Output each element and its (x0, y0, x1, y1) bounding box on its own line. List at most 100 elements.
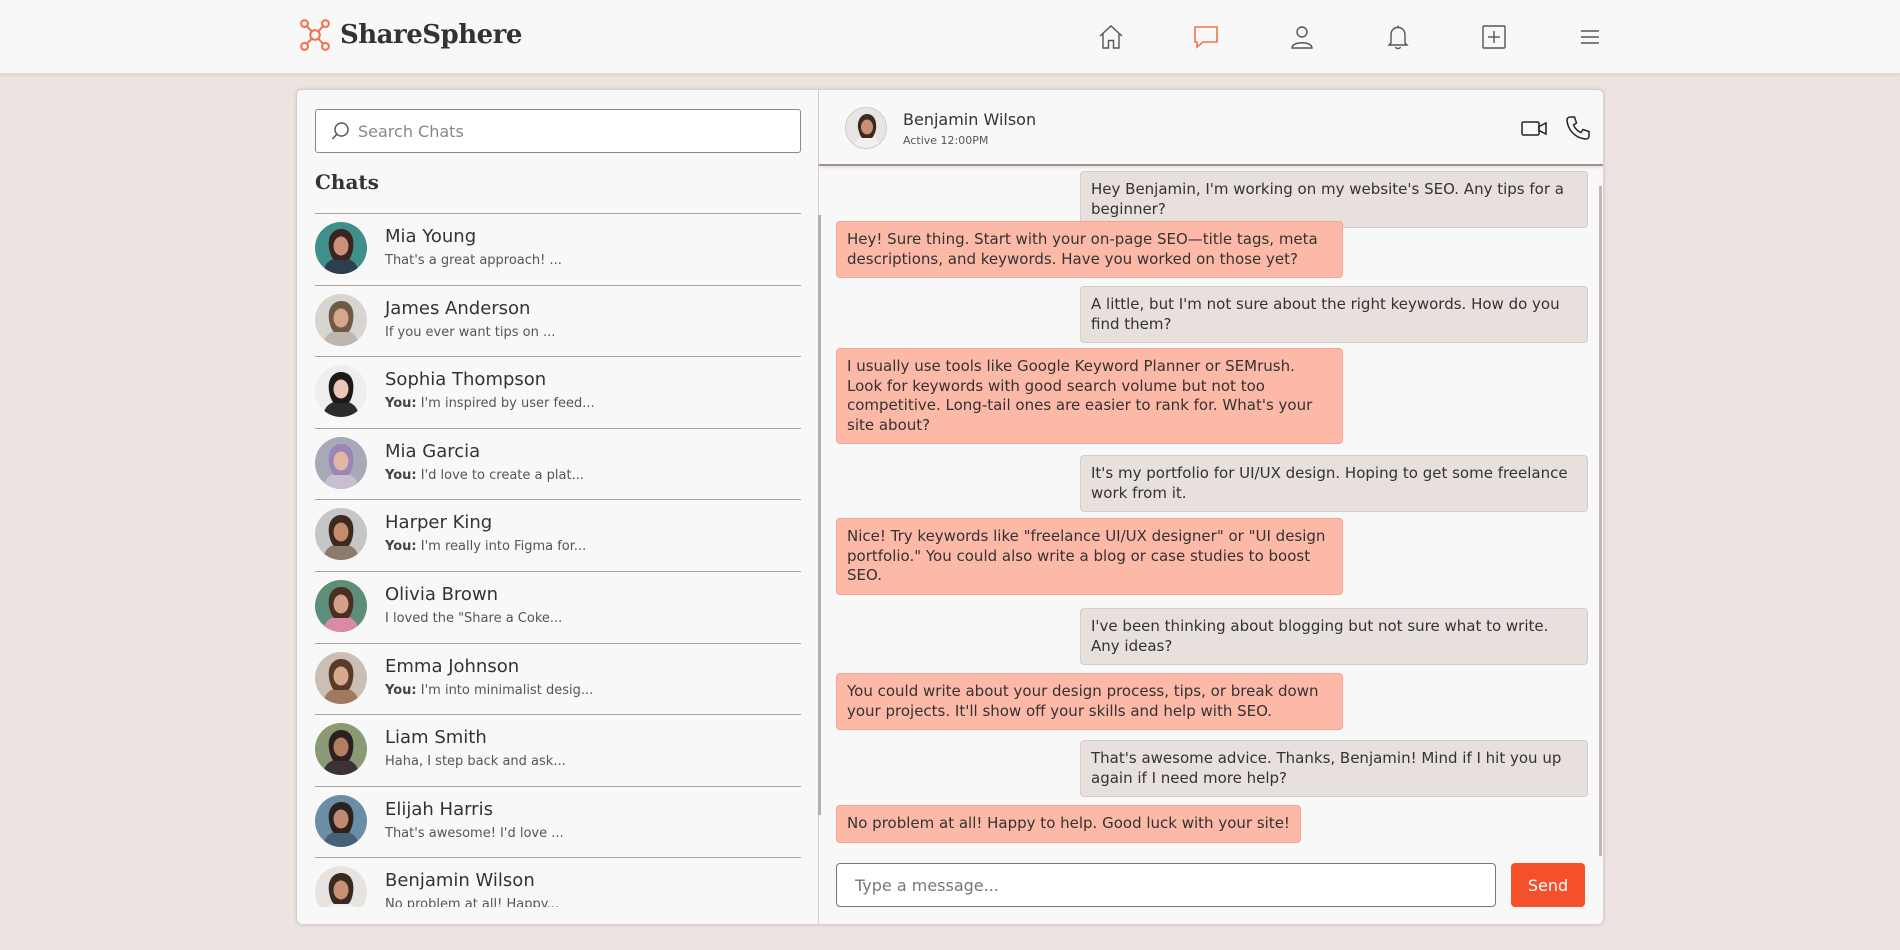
nav-chat[interactable] (1189, 20, 1223, 54)
chat-last-message: Haha, I step back and ask... (385, 754, 566, 769)
profile-icon (1291, 26, 1313, 49)
voice-call-button[interactable] (1562, 112, 1594, 144)
search-chats-box[interactable] (315, 109, 801, 153)
chat-list: Mia Young That's a great approach! ... Jam… (315, 213, 801, 907)
chat-list-item[interactable]: James Anderson If you ever want tips on .… (315, 284, 801, 357)
preview-text: I'm inspired by user feed... (420, 396, 595, 412)
contact-name: Benjamin Wilson (903, 110, 1037, 129)
chat-list-item[interactable]: Olivia Brown I loved the "Share a Coke... (315, 570, 801, 643)
received-message: You could write about your design proces… (836, 673, 1343, 730)
received-message: I usually use tools like Google Keyword … (836, 348, 1343, 444)
add-post-icon (1482, 25, 1506, 49)
search-icon (331, 122, 349, 140)
top-navigation-bar: ShareSphere (0, 0, 1900, 74)
chat-list-item[interactable]: Elijah Harris That's awesome! I'd love ..… (315, 785, 801, 858)
received-message: Hey! Sure thing. Start with your on-page… (836, 221, 1343, 278)
chat-last-message: You: I'd love to create a plat... (385, 468, 584, 483)
chat-list-item[interactable]: Mia Garcia You: I'd love to create a plat… (315, 427, 801, 500)
chat-contact-name: Liam Smith (385, 727, 487, 749)
avatar-image (846, 108, 886, 148)
chat-last-message: I loved the "Share a Coke... (385, 611, 562, 626)
preview-text: I'm really into Figma for... (420, 539, 587, 555)
chat-last-message: You: I'm really into Figma for... (385, 539, 586, 554)
chat-contact-name: Olivia Brown (385, 583, 499, 605)
video-camera-icon (1521, 121, 1547, 136)
nav-home[interactable] (1094, 20, 1128, 54)
menu-icon (1581, 30, 1599, 44)
preview-text: That's awesome! I'd love ... (385, 825, 564, 841)
messenger-panel: Chats Mia Young That's a great approach! … (296, 89, 1604, 925)
sent-message: A little, but I'm not sure about the rig… (1080, 286, 1588, 343)
contact-status: Active 12:00PM (903, 134, 989, 147)
avatar (315, 866, 367, 907)
preview-text: I loved the "Share a Coke... (385, 610, 563, 626)
avatar (315, 723, 367, 776)
video-call-button[interactable] (1518, 112, 1550, 144)
chat-contact-name: Emma Johnson (385, 655, 520, 677)
received-message: Nice! Try keywords like "freelance UI/UX… (836, 518, 1343, 595)
you-prefix: You: (385, 467, 417, 483)
nav-profile[interactable] (1285, 20, 1319, 54)
avatar (315, 579, 367, 632)
conversation-header: Benjamin Wilson Active 12:00PM (819, 90, 1603, 166)
chat-contact-name: Sophia Thompson (385, 369, 547, 391)
chat-contact-name: Benjamin Wilson (385, 870, 535, 892)
preview-text: Haha, I step back and ask... (385, 754, 566, 770)
chat-contact-name: Harper King (385, 512, 493, 534)
chat-last-message: That's awesome! I'd love ... (385, 826, 564, 841)
you-prefix: You: (385, 396, 417, 412)
sent-message: That's awesome advice. Thanks, Benjamin!… (1080, 740, 1588, 797)
nav-create-post[interactable] (1477, 20, 1511, 54)
avatar (315, 222, 367, 274)
send-button[interactable]: Send (1511, 863, 1585, 907)
home-icon (1099, 25, 1123, 49)
message-thread: Hey Benjamin, I'm working on my website'… (819, 168, 1603, 848)
chat-contact-name: Mia Young (385, 226, 477, 247)
avatar (315, 794, 367, 847)
chat-list-item[interactable]: Harper King You: I'm really into Figma fo… (315, 499, 801, 571)
chat-list-item[interactable]: Benjamin Wilson No problem at all! Happy.… (315, 857, 801, 907)
nav-notifications[interactable] (1381, 20, 1415, 54)
chat-contact-name: Elijah Harris (385, 798, 493, 820)
chat-last-message: You: I'm into minimalist desig... (385, 683, 593, 698)
nav-menu[interactable] (1573, 20, 1607, 54)
sent-message: It's my portfolio for UI/UX design. Hopi… (1080, 455, 1588, 512)
you-prefix: You: (385, 682, 417, 698)
chat-contact-name: James Anderson (385, 297, 531, 319)
chat-last-message: No problem at all! Happy... (385, 897, 559, 907)
preview-text: That's a great approach! ... (385, 253, 562, 268)
chat-sidebar: Chats Mia Young That's a great approach! … (297, 90, 821, 924)
chat-last-message: That's a great approach! ... (385, 253, 562, 268)
chat-list-item[interactable]: Liam Smith Haha, I step back and ask... (315, 714, 801, 786)
preview-text: I'm into minimalist desig... (420, 682, 594, 698)
contact-avatar[interactable] (845, 107, 887, 149)
avatar (315, 436, 367, 489)
preview-text: No problem at all! Happy... (385, 897, 559, 907)
message-composer[interactable] (836, 863, 1496, 907)
avatar (315, 365, 367, 418)
you-prefix: You: (385, 539, 417, 555)
chat-icon (1194, 26, 1218, 49)
message-thread-scrollbar[interactable] (1599, 186, 1602, 856)
message-input[interactable] (855, 875, 1475, 895)
avatar (315, 508, 367, 561)
phone-icon (1566, 116, 1590, 140)
chat-last-message: If you ever want tips on ... (385, 325, 555, 340)
chat-last-message: You: I'm inspired by user feed... (385, 396, 595, 411)
chat-contact-name: Mia Garcia (385, 440, 481, 462)
bell-icon (1387, 25, 1409, 50)
chat-list-item[interactable]: Mia Young That's a great approach! ... (315, 213, 801, 285)
conversation-pane: Benjamin Wilson Active 12:00PM Hey Benja… (819, 90, 1603, 924)
preview-text: If you ever want tips on ... (385, 324, 556, 340)
avatar (315, 293, 367, 346)
chat-list-item[interactable]: Sophia Thompson You: I'm inspired by user… (315, 356, 801, 428)
search-chats-input[interactable] (358, 121, 778, 141)
sent-message: Hey Benjamin, I'm working on my website'… (1080, 171, 1588, 228)
preview-text: I'd love to create a plat... (420, 467, 584, 483)
chat-list-item[interactable]: Emma Johnson You: I'm into minimalist des… (315, 642, 801, 715)
received-message: No problem at all! Happy to help. Good l… (836, 805, 1301, 843)
main-nav (0, 20, 1900, 54)
chats-heading: Chats (315, 170, 379, 194)
sent-message: I've been thinking about blogging but no… (1080, 608, 1588, 665)
avatar (315, 651, 367, 704)
